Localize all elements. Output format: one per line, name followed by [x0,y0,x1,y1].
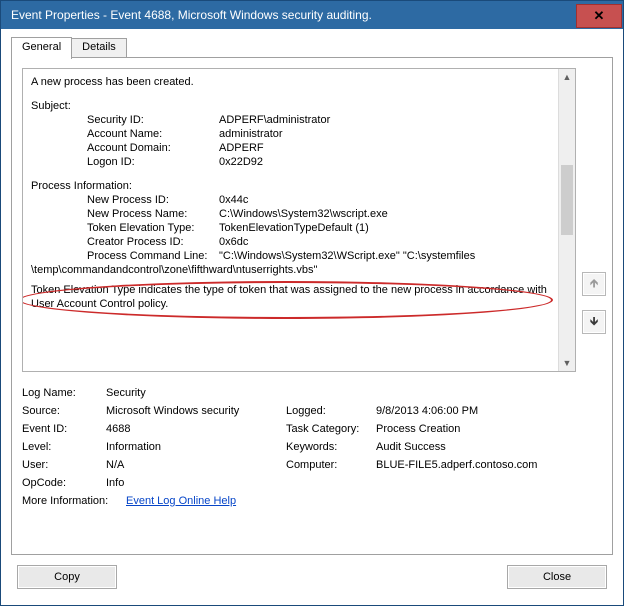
computer-value: BLUE-FILE5.adperf.contoso.com [376,456,576,474]
computer-label: Computer: [286,456,374,474]
level-value: Information [106,438,284,456]
tab-general[interactable]: General [11,37,72,59]
subject-security-id: Security ID: ADPERF\administrator [31,113,567,127]
procinfo-header: Process Information: [31,179,567,193]
security-id-value: ADPERF\administrator [219,113,330,127]
token-elev-label: Token Elevation Type: [87,221,219,235]
cmdline-label: Process Command Line: [87,249,219,263]
new-pname-label: New Process Name: [87,207,219,221]
log-name-value: Security [106,384,576,402]
token-elevation-type: Token Elevation Type: TokenElevationType… [31,221,567,235]
dialog-button-bar: Copy Close [11,555,613,595]
subject-logon-id: Logon ID: 0x22D92 [31,155,567,169]
arrow-down-icon: 🡻 [590,312,599,333]
new-pid-label: New Process ID: [87,193,219,207]
creator-pid-value: 0x6dc [219,235,248,249]
account-name-value: administrator [219,127,283,141]
account-name-label: Account Name: [87,127,219,141]
logon-id-value: 0x22D92 [219,155,263,169]
description-scrollbar[interactable]: ▲ ▼ [558,69,575,371]
client-area: General Details A new process has been c… [1,29,623,605]
general-panel: A new process has been created. Subject:… [11,57,613,555]
subject-account-name: Account Name: administrator [31,127,567,141]
description-header: A new process has been created. [31,75,567,89]
scroll-thumb[interactable] [561,165,573,235]
new-pid-value: 0x44c [219,193,248,207]
subject-account-domain: Account Domain: ADPERF [31,141,567,155]
next-event-button[interactable]: 🡻 [582,310,606,334]
new-process-id: New Process ID: 0x44c [31,193,567,207]
log-name-label: Log Name: [22,384,104,402]
previous-event-button[interactable]: 🡹 [582,272,606,296]
security-id-label: Security ID: [87,113,219,127]
account-domain-value: ADPERF [219,141,264,155]
keywords-value: Audit Success [376,438,576,456]
scroll-down-icon[interactable]: ▼ [559,355,575,371]
task-category-value: Process Creation [376,420,576,438]
tab-details[interactable]: Details [71,38,127,58]
logged-label: Logged: [286,402,374,420]
cmdline-value-2: \temp\commandandcontrol\zone\fifthward\n… [31,263,317,277]
token-elevation-footnote: Token Elevation Type indicates the type … [31,283,567,311]
level-label: Level: [22,438,104,456]
subject-header: Subject: [31,99,567,113]
new-pname-value: C:\Windows\System32\wscript.exe [219,207,388,221]
logon-id-label: Logon ID: [87,155,219,169]
source-value: Microsoft Windows security [106,402,284,420]
scroll-up-icon[interactable]: ▲ [559,69,575,85]
close-icon: ✕ [594,8,605,24]
opcode-value: Info [106,474,576,492]
event-log-online-help-link[interactable]: Event Log Online Help [126,495,236,507]
window-title: Event Properties - Event 4688, Microsoft… [11,8,372,22]
event-id-value: 4688 [106,420,284,438]
user-value: N/A [106,456,284,474]
event-id-label: Event ID: [22,420,104,438]
new-process-name: New Process Name: C:\Windows\System32\ws… [31,207,567,221]
opcode-label: OpCode: [22,474,104,492]
cmdline-value-1: "C:\Windows\System32\WScript.exe" "C:\sy… [219,249,475,263]
close-button[interactable]: Close [507,565,607,589]
tab-strip: General Details [11,37,613,57]
creator-process-id: Creator Process ID: 0x6dc [31,235,567,249]
event-metadata-grid: Log Name: Security Source: Microsoft Win… [22,384,576,510]
process-command-line-row2: \temp\commandandcontrol\zone\fifthward\n… [31,263,567,277]
title-bar: Event Properties - Event 4688, Microsoft… [1,1,623,29]
event-properties-window: Event Properties - Event 4688, Microsoft… [0,0,624,606]
account-domain-label: Account Domain: [87,141,219,155]
user-label: User: [22,456,104,474]
arrow-up-icon: 🡹 [590,274,599,295]
logged-value: 9/8/2013 4:06:00 PM [376,402,576,420]
copy-button[interactable]: Copy [17,565,117,589]
event-description-box: A new process has been created. Subject:… [22,68,576,372]
task-category-label: Task Category: [286,420,374,438]
keywords-label: Keywords: [286,438,374,456]
source-label: Source: [22,402,104,420]
token-elev-value: TokenElevationTypeDefault (1) [219,221,369,235]
creator-pid-label: Creator Process ID: [87,235,219,249]
process-command-line-row1: Process Command Line: "C:\Windows\System… [31,249,567,263]
window-close-button[interactable]: ✕ [576,4,622,28]
